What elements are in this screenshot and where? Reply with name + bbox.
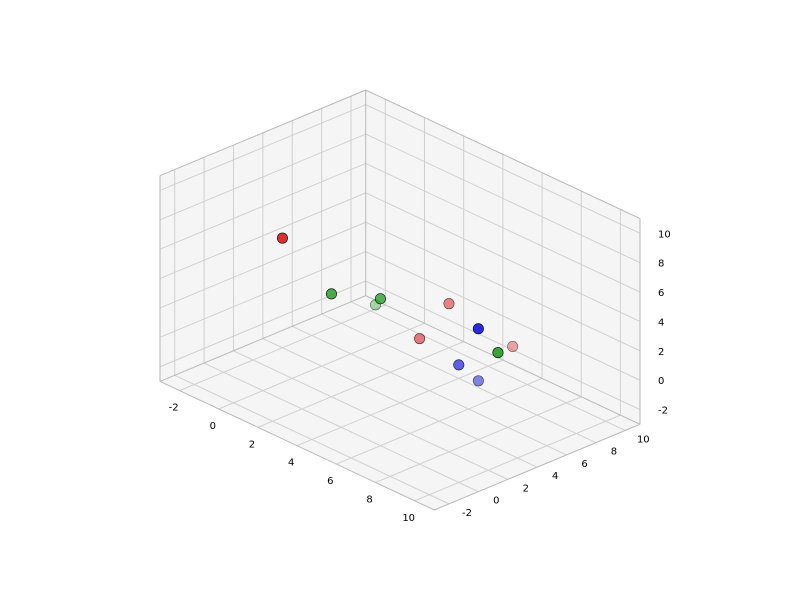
data-point [493,347,503,357]
x-tick-label: 4 [288,458,294,469]
z-tick-label: -2 [658,406,668,417]
data-point [375,294,385,304]
data-point [444,298,454,308]
scatter3d-chart: -2 0 2 4 6 8 10 -2 0 2 4 6 8 10 -2 0 2 4 6 8 10 [0,0,800,600]
y-tick-label: 10 [637,434,650,445]
x-tick-label: 0 [210,421,216,432]
x-tick-label: -2 [169,403,179,414]
y-tick-label: 2 [523,483,529,494]
z-tick-label: 6 [658,288,664,299]
z-tick-label: 0 [658,376,664,387]
y-tick-label: 6 [581,459,587,470]
data-point [414,333,424,343]
data-point [473,376,483,386]
z-tick-label: 4 [658,317,664,328]
y-tick-label: -2 [462,508,472,519]
x-tick-label: 8 [366,494,372,505]
data-point [507,341,517,351]
y-tick-label: 8 [611,447,617,458]
y-tick-label: 0 [493,496,499,507]
data-point [473,324,483,334]
data-point [454,360,464,370]
data-point [277,233,287,243]
z-tick-label: 2 [658,347,664,358]
x-tick-label: 2 [249,439,255,450]
data-point [326,289,336,299]
z-tick-label: 10 [658,229,671,240]
x-tick-label: 6 [327,476,333,487]
y-tick-label: 4 [552,471,558,482]
z-tick-label: 8 [658,259,664,270]
x-tick-label: 10 [402,513,415,524]
